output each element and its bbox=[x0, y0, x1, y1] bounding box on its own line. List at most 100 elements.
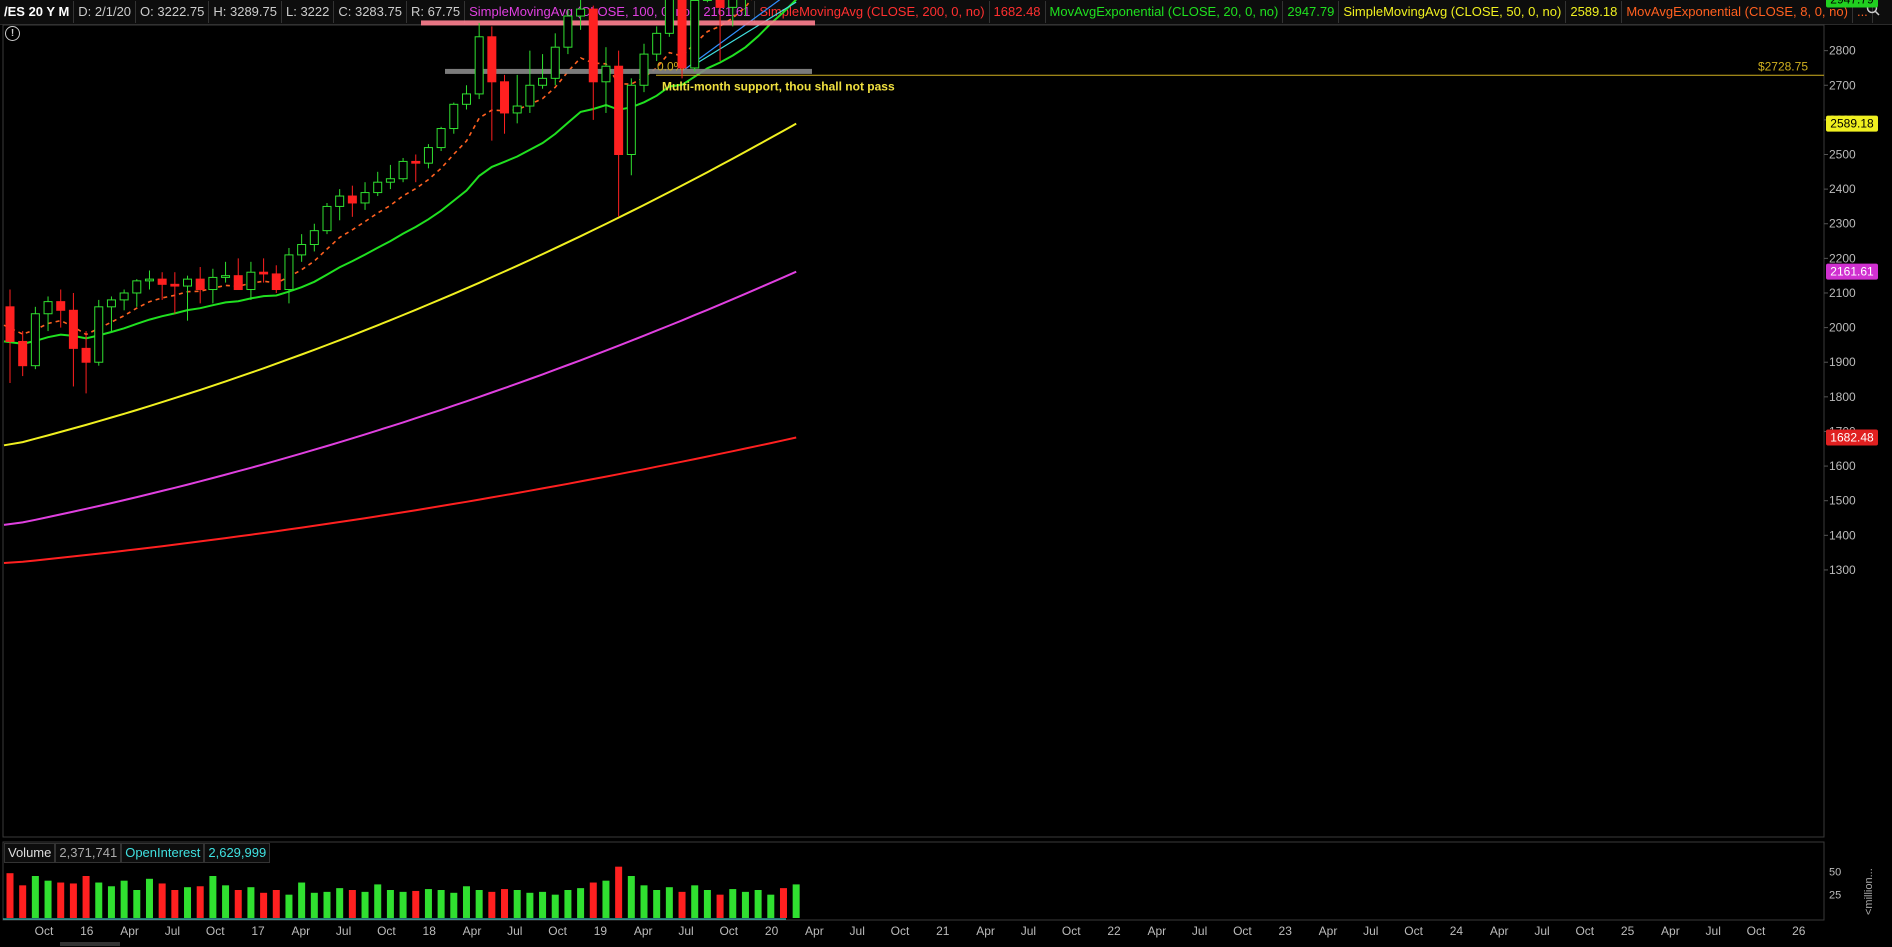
price-panel-frame bbox=[2, 24, 1825, 838]
volume-bar bbox=[82, 876, 90, 918]
x-tick-label: 23 bbox=[1279, 924, 1293, 938]
candle-body bbox=[259, 271, 269, 275]
candle-body bbox=[550, 46, 560, 79]
y-tick-label: 1300 bbox=[1829, 563, 1856, 577]
open-interest-label[interactable]: OpenInterest bbox=[121, 843, 205, 863]
x-tick-label: Apr bbox=[805, 924, 824, 938]
candle-body bbox=[677, 0, 687, 69]
y-tick-label: 2000 bbox=[1829, 321, 1856, 335]
volume-bar bbox=[107, 886, 115, 918]
candle-body bbox=[538, 77, 548, 86]
price-tag-label: 1682.48 bbox=[1830, 431, 1874, 445]
candle-body bbox=[385, 178, 395, 183]
x-tick-label: 21 bbox=[936, 924, 950, 938]
y-tick-label: 2700 bbox=[1829, 78, 1856, 92]
alert-icon[interactable]: ! bbox=[5, 26, 20, 41]
candle-body bbox=[715, 0, 725, 8]
candle-body bbox=[588, 8, 598, 83]
candle-body bbox=[132, 280, 142, 294]
volume-bar bbox=[412, 890, 420, 918]
candle-body bbox=[500, 81, 510, 114]
candle-body bbox=[144, 278, 154, 282]
volume-bar bbox=[234, 890, 242, 918]
y-tick-label: 2300 bbox=[1829, 217, 1856, 231]
candle-body bbox=[30, 313, 40, 367]
y-tick-label: 1800 bbox=[1829, 390, 1856, 404]
volume-bar bbox=[298, 882, 306, 918]
volume-bar bbox=[361, 891, 369, 918]
x-tick-label: Jul bbox=[1363, 924, 1378, 938]
volume-bar bbox=[424, 889, 432, 918]
volume-bar bbox=[209, 876, 217, 918]
y-tick-label: 1900 bbox=[1829, 355, 1856, 369]
candle-body bbox=[56, 301, 66, 311]
volume-bar bbox=[386, 890, 394, 918]
candle-body bbox=[94, 306, 104, 363]
volume-bar bbox=[462, 886, 470, 918]
x-tick-label: 24 bbox=[1450, 924, 1464, 938]
candle-body bbox=[347, 195, 357, 204]
volume-bar bbox=[691, 885, 699, 918]
candle-body bbox=[436, 128, 446, 149]
candle-body bbox=[43, 301, 53, 315]
candle-body bbox=[614, 65, 624, 155]
x-tick-label: Apr bbox=[463, 924, 482, 938]
horizontal-scrollbar-thumb bbox=[60, 942, 120, 946]
volume-bar bbox=[767, 894, 775, 918]
x-tick-label: Oct bbox=[548, 924, 567, 938]
volume-bar bbox=[196, 886, 204, 918]
x-tick-label: Apr bbox=[976, 924, 995, 938]
x-tick-label: Jul bbox=[507, 924, 522, 938]
x-tick-label: Jul bbox=[165, 924, 180, 938]
volume-bar bbox=[133, 890, 141, 918]
candle-body bbox=[601, 65, 611, 83]
volume-bar bbox=[399, 891, 407, 918]
candle-body bbox=[195, 278, 205, 291]
candle-body bbox=[119, 292, 129, 301]
volume-bar bbox=[513, 890, 521, 918]
volume-bar bbox=[716, 894, 724, 918]
volume-bar bbox=[272, 890, 280, 918]
volume-bar bbox=[703, 890, 711, 918]
x-tick-label: Jul bbox=[1192, 924, 1207, 938]
volume-bar bbox=[19, 885, 27, 918]
candle-body bbox=[664, 0, 674, 34]
candle-body bbox=[297, 244, 307, 256]
volume-bar bbox=[501, 889, 509, 918]
candle-body bbox=[576, 8, 586, 17]
candle-body bbox=[170, 283, 180, 287]
x-tick-label: Jul bbox=[678, 924, 693, 938]
x-tick-label: 26 bbox=[1792, 924, 1806, 938]
volume-bar bbox=[615, 866, 623, 918]
x-tick-label: Apr bbox=[120, 924, 139, 938]
candle-body bbox=[360, 192, 370, 204]
candle-body bbox=[487, 36, 497, 83]
y-tick-label: 2800 bbox=[1829, 44, 1856, 58]
volume-bar bbox=[95, 882, 103, 918]
candle-body bbox=[449, 103, 459, 130]
y-tick-label: 1600 bbox=[1829, 459, 1856, 473]
candle-body bbox=[233, 275, 243, 291]
x-tick-label: 18 bbox=[423, 924, 437, 938]
price-tag-label: 2589.18 bbox=[1830, 117, 1874, 131]
volume-bar bbox=[247, 887, 255, 918]
volume-label[interactable]: Volume bbox=[4, 843, 56, 863]
price-chart[interactable]: 1300140015001600170018001900200021002200… bbox=[0, 0, 1892, 947]
x-tick-label: Oct bbox=[206, 924, 225, 938]
candle-body bbox=[525, 84, 535, 107]
x-tick-label: 22 bbox=[1107, 924, 1121, 938]
volume-bar bbox=[285, 894, 293, 918]
volume-bar bbox=[577, 888, 585, 918]
x-tick-label: 25 bbox=[1621, 924, 1635, 938]
candle-body bbox=[157, 278, 167, 285]
volume-bar bbox=[437, 890, 445, 918]
candle-body bbox=[652, 32, 662, 55]
candle-body bbox=[271, 273, 281, 291]
candle-body bbox=[639, 53, 649, 86]
volume-bar bbox=[44, 880, 52, 918]
x-tick-label: Jul bbox=[1534, 924, 1549, 938]
candle-body bbox=[461, 93, 471, 105]
moving-average-line bbox=[3, 270, 797, 526]
y-tick-label: 2400 bbox=[1829, 182, 1856, 196]
x-tick-label: Oct bbox=[719, 924, 738, 938]
